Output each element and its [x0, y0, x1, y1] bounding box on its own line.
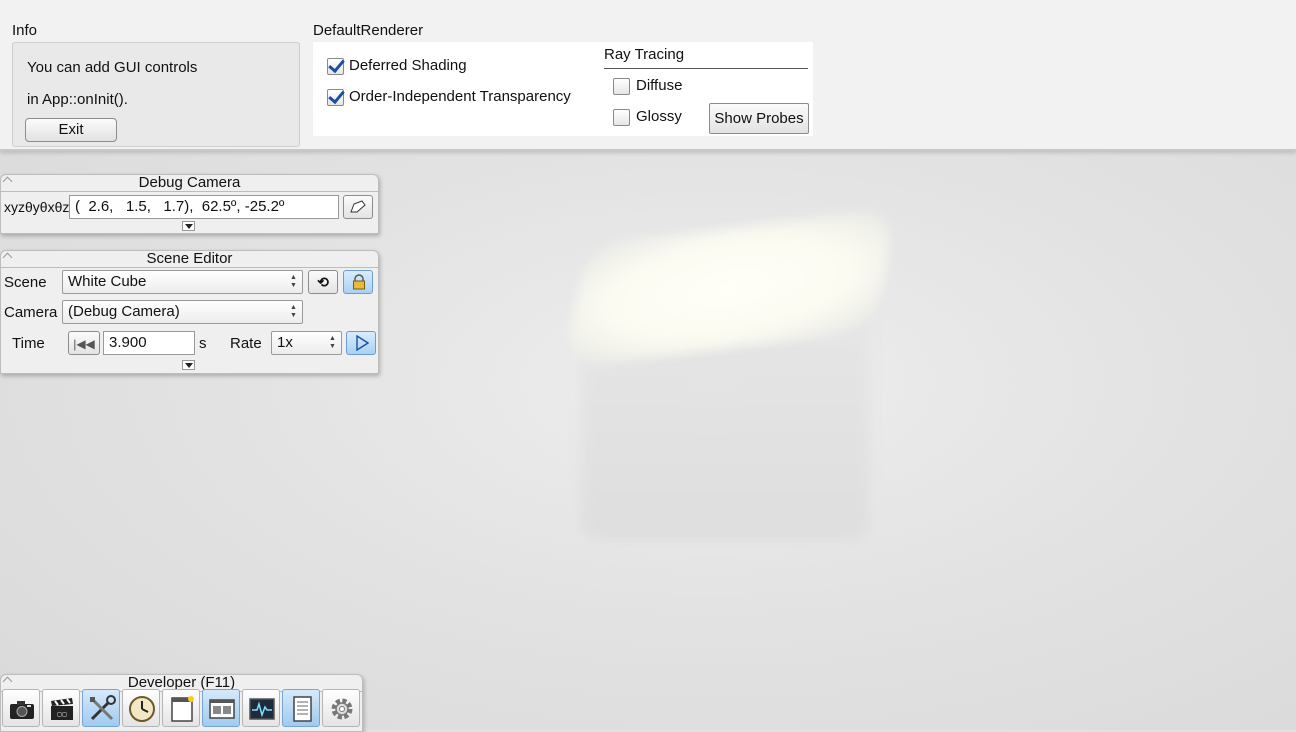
tools-button[interactable] [82, 689, 120, 727]
debug-camera-panel: Debug Camera xyzθyθxθz ( 2.6, 1.5, 1.7),… [0, 174, 379, 234]
log-console-button[interactable] [282, 689, 320, 727]
oit-checkbox[interactable] [327, 89, 344, 106]
scene-dropdown[interactable]: White Cube ▲ ▼ [62, 270, 303, 294]
time-field[interactable]: 3.900 [103, 331, 195, 355]
debug-camera-title[interactable]: Debug Camera [1, 175, 378, 192]
info-box: You can add GUI controls in App::onInit(… [12, 42, 300, 147]
deferred-shading-checkbox[interactable] [327, 58, 344, 75]
tools-icon [90, 695, 116, 721]
new-window-button[interactable] [162, 689, 200, 727]
rate-dropdown-value: 1x [277, 334, 293, 351]
scene-dropdown-value: White Cube [68, 273, 147, 290]
timer-tool-button[interactable] [122, 689, 160, 727]
ray-tracing-title: Ray Tracing [604, 46, 685, 63]
lock-scene-button[interactable] [343, 270, 373, 294]
debug-camera-expand-icon[interactable] [182, 221, 195, 231]
play-button[interactable] [346, 331, 376, 355]
info-title: Info [12, 22, 38, 39]
glossy-checkbox[interactable] [613, 109, 630, 126]
rewind-button[interactable]: |◀◀ [68, 331, 100, 355]
top-control-bar: Info You can add GUI controls in App::on… [0, 0, 1296, 151]
reload-scene-button[interactable]: ⟲ [308, 270, 338, 294]
video-tool-button[interactable]: ◻◻ [42, 689, 80, 727]
rewind-icon: |◀◀ [73, 337, 95, 351]
camera-frame-field[interactable]: ( 2.6, 1.5, 1.7), 62.5º, -25.2º [69, 195, 339, 219]
renderer-title: DefaultRenderer [313, 22, 424, 39]
copy-frame-button[interactable] [343, 195, 373, 219]
dropdown-arrows-icon: ▲ ▼ [290, 304, 297, 319]
exit-button[interactable]: Exit [25, 118, 117, 142]
diffuse-checkbox[interactable] [613, 78, 630, 95]
play-icon [356, 335, 369, 351]
reload-icon: ⟲ [317, 274, 329, 290]
log-icon [293, 696, 312, 722]
camera-label: Camera [4, 304, 58, 321]
time-unit: s [199, 335, 207, 352]
coordinate-label: xyzθyθxθz [4, 199, 70, 215]
clapperboard-icon: ◻◻ [51, 698, 73, 720]
oit-label: Order-Independent Transparency [349, 88, 571, 105]
camera-dropdown-value: (Debug Camera) [68, 303, 180, 320]
info-line-1: You can add GUI controls [27, 59, 198, 76]
glossy-label: Glossy [636, 108, 682, 125]
scene-editor-expand-icon[interactable] [182, 360, 195, 370]
show-probes-button[interactable]: Show Probes [709, 103, 809, 134]
camera-tool-button[interactable] [2, 689, 40, 727]
scene-label: Scene [4, 274, 47, 291]
dropdown-arrows-icon: ▲ ▼ [290, 274, 297, 289]
scene-icon [209, 699, 235, 719]
camera-dropdown[interactable]: (Debug Camera) ▲ ▼ [62, 300, 303, 324]
dropdown-arrows-icon: ▲ ▼ [329, 335, 336, 350]
diffuse-label: Diffuse [636, 77, 683, 94]
deferred-shading-label: Deferred Shading [349, 57, 467, 74]
time-label: Time [12, 335, 45, 352]
rate-label: Rate [230, 335, 262, 352]
gear-icon [331, 698, 353, 720]
camera-icon [10, 701, 34, 719]
render-viewport[interactable] [0, 150, 1296, 730]
ray-tracing-divider [604, 68, 808, 69]
scene-editor-toggle-button[interactable] [202, 689, 240, 727]
profiler-button[interactable] [242, 689, 280, 727]
lock-icon [353, 274, 365, 290]
rate-dropdown[interactable]: 1x ▲ ▼ [271, 331, 342, 355]
clock-icon [129, 696, 155, 722]
profiler-icon [249, 698, 275, 720]
svg-text:◻◻: ◻◻ [57, 711, 67, 718]
settings-button[interactable] [322, 689, 360, 727]
scene-editor-panel: Scene Editor Scene White Cube ▲ ▼ ⟲ Camer… [0, 250, 379, 374]
pencil-icon [350, 200, 366, 213]
scene-editor-title[interactable]: Scene Editor [1, 251, 378, 268]
info-line-2: in App::onInit(). [27, 91, 128, 108]
window-icon [171, 696, 194, 722]
